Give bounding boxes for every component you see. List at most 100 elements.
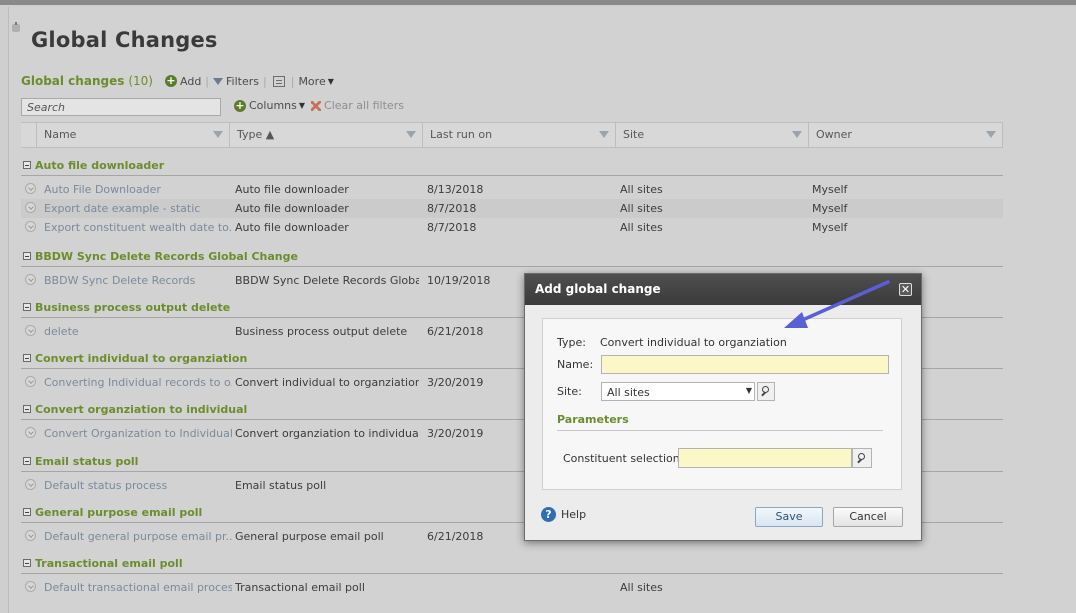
group-label: Convert individual to organziation — [35, 352, 248, 365]
expand-row-icon[interactable] — [25, 581, 36, 592]
group-header[interactable]: Auto file downloader — [21, 156, 1003, 176]
search-input[interactable] — [21, 98, 221, 116]
header-spacer — [21, 123, 37, 147]
filters-button[interactable]: Filters — [213, 75, 259, 88]
constituent-search-button[interactable] — [852, 448, 872, 468]
help-link[interactable]: ? Help — [541, 507, 586, 522]
dialog-title: Add global change — [535, 282, 661, 296]
expand-row-icon[interactable] — [25, 479, 36, 490]
expand-row-icon[interactable] — [25, 427, 36, 438]
expand-row-icon[interactable] — [25, 274, 36, 285]
cell-type: Transactional email poll — [235, 581, 365, 594]
column-filter-icon[interactable] — [599, 131, 609, 138]
cell-name[interactable]: BBDW Sync Delete Records — [44, 274, 232, 287]
expand-row-icon[interactable] — [25, 183, 36, 194]
columns-toolbar: + Columns ▼ Clear all filters — [234, 99, 404, 112]
add-button[interactable]: + Add — [165, 75, 201, 88]
clear-filter-icon — [311, 100, 322, 111]
plus-circle-icon: + — [234, 98, 246, 112]
more-label: More — [298, 74, 326, 88]
cell-name[interactable]: Convert Organization to Individual — [44, 427, 232, 440]
cell-site: All sites — [620, 183, 663, 196]
cell-type: Convert individual to organziation — [235, 376, 419, 389]
collapse-icon[interactable] — [23, 252, 31, 260]
cell-last-run: 8/7/2018 — [427, 202, 477, 215]
constituent-selection-field[interactable] — [678, 448, 852, 468]
filter-icon — [213, 77, 224, 85]
group-header[interactable]: Transactional email poll — [21, 554, 1003, 574]
column-header-label: Last run on — [430, 128, 493, 141]
column-filter-icon[interactable] — [792, 131, 802, 138]
clear-filters-button[interactable]: Clear all filters — [305, 99, 404, 112]
cell-owner: Myself — [812, 221, 848, 234]
layout-button[interactable] — [271, 75, 287, 87]
annotation-arrow-shaft — [796, 280, 890, 324]
cell-name[interactable]: Default general purpose email pr... — [44, 530, 232, 543]
columns-label: Columns — [249, 99, 297, 112]
collapse-icon[interactable] — [23, 354, 31, 362]
collapse-icon[interactable] — [23, 405, 31, 413]
list-count: (10) — [128, 74, 153, 88]
column-header-name[interactable]: Name — [37, 123, 230, 147]
collapse-icon[interactable] — [23, 508, 31, 516]
collapse-icon[interactable] — [23, 303, 31, 311]
column-header-label: Owner — [816, 128, 852, 141]
expand-row-icon[interactable] — [25, 221, 36, 232]
cell-name[interactable]: Auto File Downloader — [44, 183, 232, 196]
table-row[interactable]: Export constituent wealth date to... Aut… — [21, 218, 1003, 237]
group-label: Business process output delete — [35, 301, 231, 314]
caret-down-icon: ▼ — [327, 76, 334, 86]
list-title: Global changes — [21, 74, 125, 88]
group-label: General purpose email poll — [35, 506, 203, 519]
expand-row-icon[interactable] — [25, 530, 36, 541]
table-row[interactable]: Auto File Downloader Auto file downloade… — [21, 180, 1003, 199]
search-icon-handle — [857, 458, 862, 464]
save-button[interactable]: Save — [755, 507, 823, 527]
type-value: Convert individual to organziation — [600, 336, 787, 349]
dialog-form: Type: Convert individual to organziation… — [542, 318, 902, 490]
group-label: BBDW Sync Delete Records Global Change — [35, 250, 298, 263]
column-filter-icon[interactable] — [213, 131, 223, 138]
cancel-button[interactable]: Cancel — [833, 507, 903, 527]
cell-type: BBDW Sync Delete Records Global... — [235, 274, 419, 287]
column-header-site[interactable]: Site — [616, 123, 809, 147]
name-label: Name: — [557, 358, 594, 371]
cell-type: Auto file downloader — [235, 183, 349, 196]
layout-icon — [272, 75, 285, 87]
top-bar — [0, 0, 1076, 5]
cell-name[interactable]: Converting Individual records to o... — [44, 376, 232, 389]
collapse-icon[interactable] — [23, 161, 31, 169]
cell-name[interactable]: Export date example - static — [44, 202, 232, 215]
cell-owner: Myself — [812, 183, 848, 196]
column-header-owner[interactable]: Owner — [809, 123, 1003, 147]
cell-name[interactable]: Default status process — [44, 479, 232, 492]
collapse-icon[interactable] — [23, 457, 31, 465]
cell-name[interactable]: Export constituent wealth date to... — [44, 221, 232, 234]
more-button[interactable]: More ▼ — [298, 75, 333, 88]
name-field[interactable] — [601, 355, 889, 374]
help-icon: ? — [541, 507, 556, 522]
page-icon — [12, 22, 20, 32]
column-filter-icon[interactable] — [986, 131, 996, 138]
column-header-last-run[interactable]: Last run on — [423, 123, 616, 147]
expand-row-icon[interactable] — [25, 376, 36, 387]
group-label: Auto file downloader — [35, 159, 165, 172]
cell-name[interactable]: delete — [44, 325, 232, 338]
site-select[interactable]: All sites ▼ — [601, 382, 755, 401]
collapse-icon[interactable] — [23, 559, 31, 567]
column-header-type[interactable]: Type ▲ — [230, 123, 423, 147]
table-row[interactable]: Default transactional email process Tran… — [21, 578, 1003, 597]
chevron-down-icon[interactable]: ▼ — [746, 386, 752, 395]
site-search-button[interactable] — [757, 382, 775, 401]
cell-last-run: 8/7/2018 — [427, 221, 477, 234]
table-row[interactable]: Export date example - static Auto file d… — [21, 199, 1003, 218]
add-label: Add — [180, 74, 202, 88]
column-filter-icon[interactable] — [406, 131, 416, 138]
group-label: Email status poll — [35, 455, 139, 468]
cell-name[interactable]: Default transactional email process — [44, 581, 232, 594]
columns-button[interactable]: + Columns ▼ — [234, 99, 305, 112]
column-header-label: Site — [623, 128, 645, 141]
group-header[interactable]: BBDW Sync Delete Records Global Change — [21, 247, 1003, 267]
expand-row-icon[interactable] — [25, 202, 36, 213]
expand-row-icon[interactable] — [25, 325, 36, 336]
